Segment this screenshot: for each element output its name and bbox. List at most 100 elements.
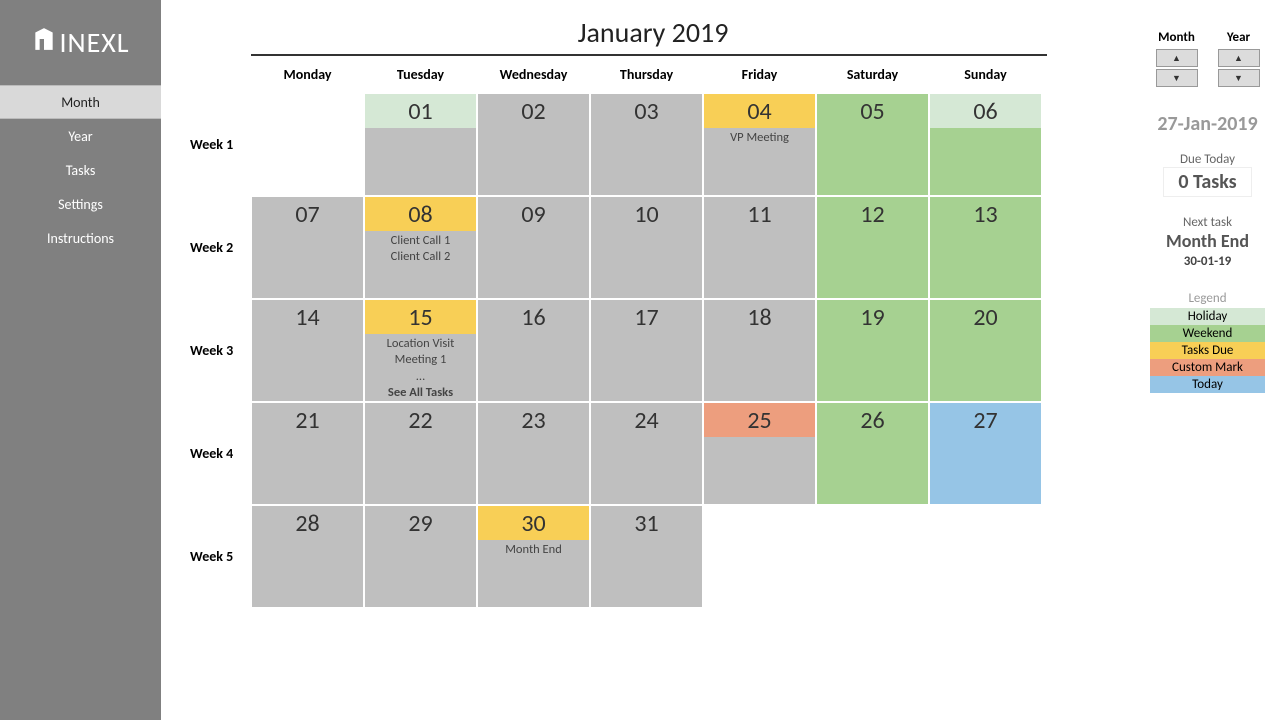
calendar-cell[interactable]: 03: [590, 93, 703, 196]
calendar-cell[interactable]: 28: [251, 505, 364, 608]
day-number: 11: [704, 197, 815, 231]
cell-body: [478, 128, 589, 195]
month-up-button[interactable]: ▲: [1156, 49, 1198, 67]
calendar-cell[interactable]: 23: [477, 402, 590, 505]
day-number: 08: [365, 197, 476, 231]
calendar-cell[interactable]: 27: [929, 402, 1042, 505]
week-label: Week 2: [176, 196, 251, 299]
day-number: 01: [365, 94, 476, 128]
cell-body: [817, 128, 928, 195]
day-number: 07: [252, 197, 363, 231]
calendar-cell[interactable]: 08 Client Call 1Client Call 2: [364, 196, 477, 299]
calendar-cell[interactable]: 26: [816, 402, 929, 505]
calendar-cell[interactable]: 24: [590, 402, 703, 505]
day-header: Friday: [703, 56, 816, 93]
sidebar-item-settings[interactable]: Settings: [0, 187, 161, 221]
year-down-button[interactable]: ▼: [1218, 69, 1260, 87]
task-ellipsis: ...: [416, 369, 425, 385]
sidebar-item-instructions[interactable]: Instructions: [0, 221, 161, 255]
year-stepper-label: Year: [1227, 30, 1250, 45]
current-date: 27-Jan-2019: [1157, 112, 1257, 136]
day-number: 27: [930, 403, 1041, 437]
task-entry: Location Visit: [387, 336, 455, 352]
week-label: Week 4: [176, 402, 251, 505]
calendar-cell[interactable]: 12: [816, 196, 929, 299]
calendar-cell: [703, 505, 816, 608]
month-down-button[interactable]: ▼: [1156, 69, 1198, 87]
cell-body: [478, 334, 589, 401]
day-header: Thursday: [590, 56, 703, 93]
brand-icon: [31, 25, 57, 60]
calendar-cell[interactable]: 01: [364, 93, 477, 196]
calendar-cell[interactable]: 30Month End: [477, 505, 590, 608]
calendar-cell[interactable]: 18: [703, 299, 816, 402]
calendar-cell[interactable]: 17: [590, 299, 703, 402]
calendar-cell[interactable]: 25: [703, 402, 816, 505]
week-row: Week 421222324252627: [176, 402, 1145, 505]
cell-body: Location VisitMeeting 1...See All Tasks: [365, 334, 476, 401]
cell-body: [817, 334, 928, 401]
calendar-cell[interactable]: 29: [364, 505, 477, 608]
week-row: Week 31415Location VisitMeeting 1...See …: [176, 299, 1145, 402]
day-number: 20: [930, 300, 1041, 334]
right-panel: Month ▲ ▼ Year ▲ ▼ 27-Jan-2019 Due Today…: [1145, 0, 1280, 720]
day-number: 09: [478, 197, 589, 231]
day-header: Saturday: [816, 56, 929, 93]
calendar-cell[interactable]: 31: [590, 505, 703, 608]
sidebar-item-month[interactable]: Month: [0, 85, 161, 119]
due-today-count: 0 Tasks: [1163, 167, 1251, 197]
day-number: 15: [365, 300, 476, 334]
calendar-cell[interactable]: 22: [364, 402, 477, 505]
calendar-cell[interactable]: 19: [816, 299, 929, 402]
cell-body: [817, 437, 928, 504]
cell-body: [591, 334, 702, 401]
calendar-cell[interactable]: 13: [929, 196, 1042, 299]
task-entry: Meeting 1: [395, 352, 447, 368]
day-number: 30: [478, 506, 589, 540]
cell-body: [930, 231, 1041, 298]
calendar-cell[interactable]: 07: [251, 196, 364, 299]
day-number: 25: [704, 403, 815, 437]
calendar-cell[interactable]: 16: [477, 299, 590, 402]
calendar-cell[interactable]: 02: [477, 93, 590, 196]
day-number: 26: [817, 403, 928, 437]
day-header-row: MondayTuesdayWednesdayThursdayFridaySatu…: [176, 56, 1145, 93]
legend-row-holiday: Holiday: [1150, 308, 1265, 325]
next-task-name: Month End: [1166, 230, 1249, 252]
month-stepper: Month ▲ ▼: [1156, 30, 1198, 87]
task-entry: Client Call 1: [391, 233, 451, 249]
see-all-tasks-link[interactable]: See All Tasks: [388, 385, 453, 401]
calendar-cell[interactable]: 04VP Meeting: [703, 93, 816, 196]
calendar-cell[interactable]: 20: [929, 299, 1042, 402]
cell-body: [704, 334, 815, 401]
cell-body: [817, 231, 928, 298]
calendar-cell[interactable]: 15Location VisitMeeting 1...See All Task…: [364, 299, 477, 402]
day-number: 28: [252, 506, 363, 540]
calendar-cell[interactable]: 14: [251, 299, 364, 402]
legend-row-custom-mark: Custom Mark: [1150, 359, 1265, 376]
day-number: 22: [365, 403, 476, 437]
calendar-cell[interactable]: 06: [929, 93, 1042, 196]
sidebar-item-year[interactable]: Year: [0, 119, 161, 153]
day-header: Wednesday: [477, 56, 590, 93]
day-header: Monday: [251, 56, 364, 93]
cell-body: [365, 128, 476, 195]
day-number: 03: [591, 94, 702, 128]
year-up-button[interactable]: ▲: [1218, 49, 1260, 67]
calendar-cell[interactable]: 21: [251, 402, 364, 505]
cell-body: [252, 334, 363, 401]
day-number: 21: [252, 403, 363, 437]
week-row: Week 101020304VP Meeting0506: [176, 93, 1145, 196]
task-entry: Client Call 2: [391, 249, 451, 265]
cell-body: [591, 231, 702, 298]
calendar-cell[interactable]: 10: [590, 196, 703, 299]
legend-title: Legend: [1150, 291, 1265, 306]
cell-body: [591, 437, 702, 504]
day-number: 13: [930, 197, 1041, 231]
calendar-cell[interactable]: 05: [816, 93, 929, 196]
calendar-cell[interactable]: 11: [703, 196, 816, 299]
week-label: Week 3: [176, 299, 251, 402]
sidebar-item-tasks[interactable]: Tasks: [0, 153, 161, 187]
calendar-cell[interactable]: 09: [477, 196, 590, 299]
cell-body: [591, 540, 702, 607]
